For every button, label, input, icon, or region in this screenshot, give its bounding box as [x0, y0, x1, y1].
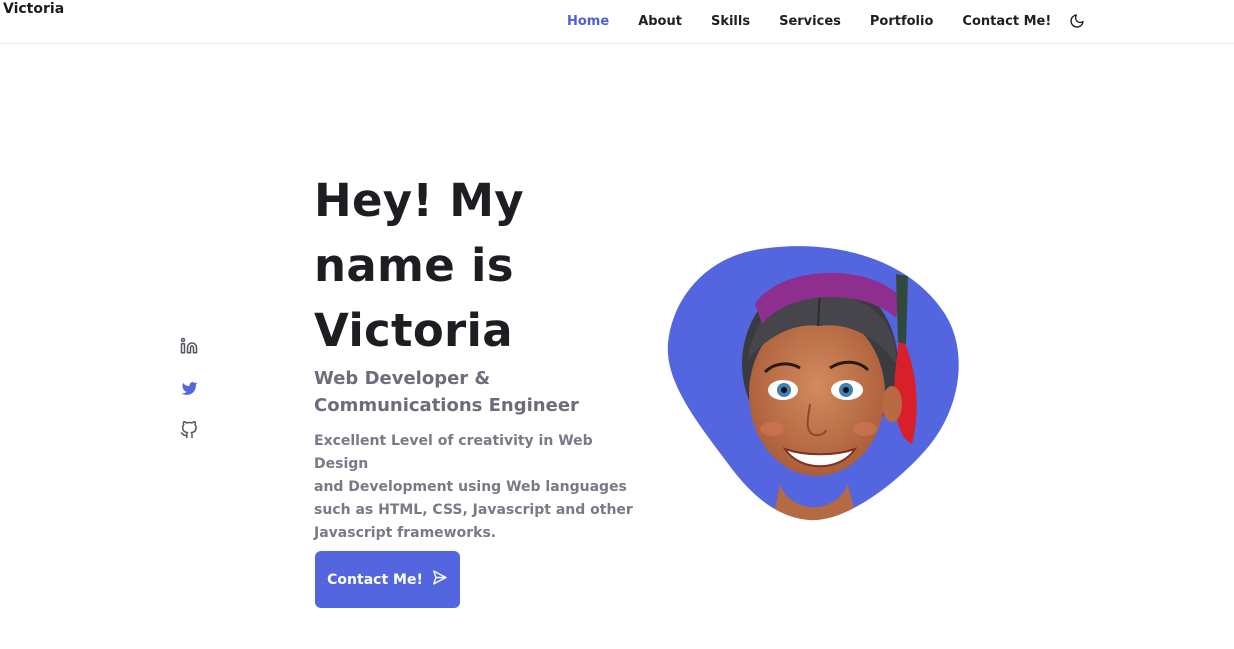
nav-home[interactable]: Home	[567, 14, 609, 29]
site-header: Victoria Home About Skills Services Port…	[0, 0, 1234, 44]
hero-description-line: such as HTML, CSS, Javascript and other	[314, 502, 633, 518]
hero-title-line: Victoria	[314, 304, 513, 357]
hero-subtitle-line: Web Developer &	[314, 368, 491, 389]
nav-contact[interactable]: Contact Me!	[962, 14, 1051, 29]
hero-subtitle: Web Developer & Communications Engineer	[314, 365, 614, 419]
nav-services[interactable]: Services	[779, 14, 841, 29]
hero-title: Hey! My name is Victoria	[314, 168, 614, 363]
linkedin-icon[interactable]	[179, 336, 199, 356]
contact-me-label: Contact Me!	[327, 571, 423, 588]
hero-description-line: and Development using Web languages	[314, 479, 627, 495]
hero-description: Excellent Level of creativity in Web Des…	[314, 430, 634, 545]
hero-subtitle-line: Communications Engineer	[314, 395, 579, 416]
contact-me-button[interactable]: Contact Me!	[315, 551, 460, 608]
site-logo[interactable]: Victoria	[3, 1, 64, 17]
profile-portrait	[660, 244, 965, 526]
nav-about[interactable]: About	[638, 14, 682, 29]
send-icon	[431, 569, 448, 590]
social-links	[179, 336, 199, 462]
moon-icon[interactable]	[1068, 12, 1086, 30]
hero-title-line: Hey! My	[314, 174, 524, 227]
main-nav: Home About Skills Services Portfolio Con…	[567, 12, 1086, 30]
nav-skills[interactable]: Skills	[711, 14, 750, 29]
github-icon[interactable]	[179, 420, 199, 440]
hero-description-line: Javascript frameworks.	[314, 525, 497, 541]
twitter-icon[interactable]	[179, 378, 199, 398]
hero-description-line: Excellent Level of creativity in Web Des…	[314, 433, 593, 472]
hero-title-line: name is	[314, 239, 514, 292]
nav-portfolio[interactable]: Portfolio	[870, 14, 934, 29]
